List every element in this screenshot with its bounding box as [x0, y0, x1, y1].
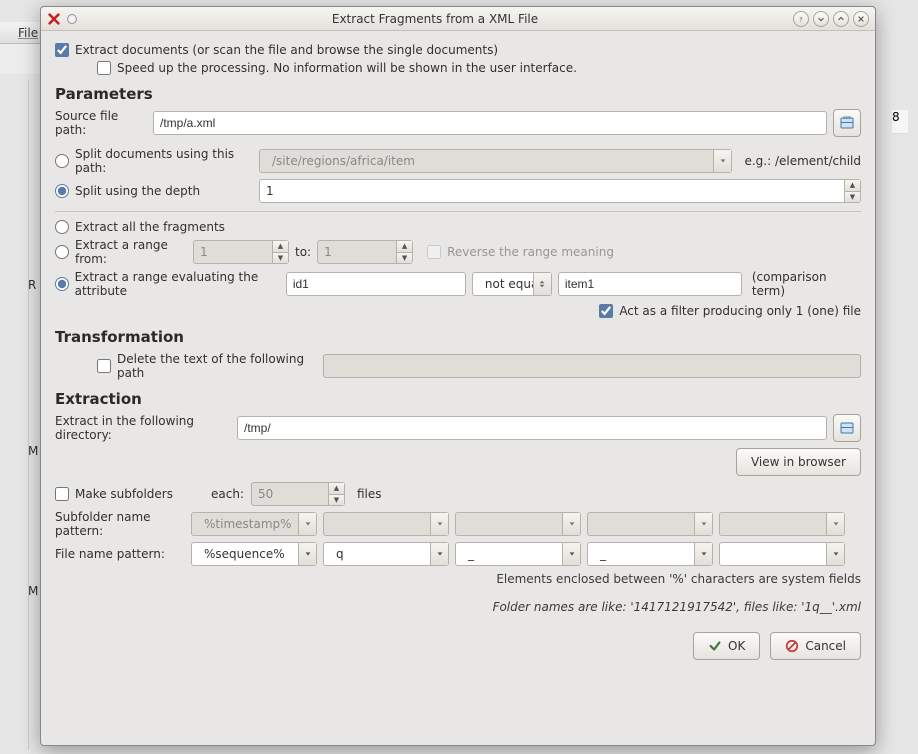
source-path-input[interactable]: [153, 111, 827, 135]
parent-truncated-label: R: [28, 278, 36, 292]
split-depth-label: Split using the depth: [75, 184, 253, 198]
parent-menubar: File: [0, 22, 40, 44]
split-path-label: Split documents using this path:: [75, 147, 253, 175]
extract-dir-label: Extract in the following directory:: [55, 414, 231, 442]
view-in-browser-button[interactable]: View in browser: [736, 448, 861, 476]
make-subfolders-checkbox[interactable]: [55, 487, 69, 501]
extract-all-label: Extract all the fragments: [75, 220, 225, 234]
parent-toolbar: [0, 44, 40, 74]
subfolder-pattern-combo-5[interactable]: [719, 512, 845, 536]
extract-attr-label: Extract a range evaluating the attribute: [75, 270, 280, 298]
filter-one-file-checkbox[interactable]: [599, 304, 613, 318]
delete-path-input[interactable]: [323, 354, 861, 378]
attr-name-input[interactable]: [286, 272, 466, 296]
cancel-button[interactable]: Cancel: [770, 632, 861, 660]
spin-up-icon[interactable]: ▲: [845, 180, 860, 192]
browse-dir-button[interactable]: [833, 414, 861, 442]
filename-pattern-label: File name pattern:: [55, 547, 185, 561]
range-to-spin[interactable]: 1 ▲▼: [317, 240, 413, 264]
transformation-heading: Transformation: [55, 328, 861, 346]
system-fields-hint: Elements enclosed between '%' characters…: [55, 572, 861, 586]
range-to-label: to:: [295, 245, 311, 259]
delete-path-label: Delete the text of the following path: [117, 352, 317, 380]
maximize-button[interactable]: [833, 11, 849, 27]
subfolder-pattern-combo-4[interactable]: [587, 512, 713, 536]
attr-value-input[interactable]: [558, 272, 742, 296]
filename-pattern-combo-2[interactable]: q: [323, 542, 449, 566]
minimize-button[interactable]: [813, 11, 829, 27]
ok-button[interactable]: OK: [693, 632, 760, 660]
extract-dir-input[interactable]: [237, 416, 827, 440]
svg-text:?: ?: [799, 15, 802, 23]
extraction-heading: Extraction: [55, 390, 861, 408]
extract-fragments-dialog: Extract Fragments from a XML File ? Extr…: [40, 6, 876, 746]
naming-example-hint: Folder names are like: '1417121917542', …: [55, 600, 861, 614]
comparison-combo[interactable]: not equal: [472, 272, 552, 296]
delete-path-checkbox[interactable]: [97, 359, 111, 373]
parent-left-border: [28, 80, 40, 750]
browse-source-button[interactable]: [833, 109, 861, 137]
subfolder-pattern-combo-1[interactable]: %timestamp%: [191, 512, 317, 536]
filter-one-file-label: Act as a filter producing only 1 (one) f…: [619, 304, 861, 318]
each-spin[interactable]: 50 ▲▼: [251, 482, 345, 506]
parent-right-panel: 8: [892, 80, 908, 750]
filename-pattern-combo-5[interactable]: [719, 542, 845, 566]
parent-truncated-label: M: [28, 444, 38, 458]
filename-pattern-combo-3[interactable]: _: [455, 542, 581, 566]
reverse-range-checkbox[interactable]: [427, 245, 441, 259]
parameters-heading: Parameters: [55, 85, 861, 103]
extract-documents-checkbox[interactable]: [55, 43, 69, 57]
titlebar: Extract Fragments from a XML File ?: [41, 7, 875, 31]
speedup-label: Speed up the processing. No information …: [117, 61, 577, 75]
files-label: files: [357, 487, 382, 501]
reverse-range-label: Reverse the range meaning: [447, 245, 614, 259]
split-depth-radio[interactable]: [55, 184, 69, 198]
extract-all-radio[interactable]: [55, 220, 69, 234]
extract-attr-radio[interactable]: [55, 277, 69, 291]
extract-range-label: Extract a range from:: [75, 238, 187, 266]
each-label: each:: [211, 487, 245, 501]
split-depth-spin[interactable]: 1 ▲▼: [259, 179, 861, 203]
updown-icon: [533, 273, 551, 295]
app-icon: [47, 12, 61, 26]
subfolder-pattern-combo-2[interactable]: [323, 512, 449, 536]
source-path-label: Source file path:: [55, 109, 147, 137]
close-button[interactable]: [853, 11, 869, 27]
check-icon: [708, 639, 722, 653]
split-path-combo[interactable]: /site/regions/africa/item: [259, 149, 732, 173]
parent-truncated-label: M: [28, 584, 38, 598]
filename-pattern-combo-1[interactable]: %sequence%: [191, 542, 317, 566]
extract-range-radio[interactable]: [55, 245, 69, 259]
chevron-down-icon: [713, 150, 731, 172]
range-from-spin[interactable]: 1 ▲▼: [193, 240, 289, 264]
titlebar-dot-icon: [67, 14, 77, 24]
spin-down-icon[interactable]: ▼: [845, 192, 860, 203]
subfolder-pattern-combo-3[interactable]: [455, 512, 581, 536]
make-subfolders-label: Make subfolders: [75, 487, 205, 501]
extract-documents-label: Extract documents (or scan the file and …: [75, 43, 498, 57]
speedup-checkbox[interactable]: [97, 61, 111, 75]
split-path-hint: e.g.: /element/child: [744, 154, 861, 168]
cancel-icon: [785, 639, 799, 653]
comparison-term-label: (comparison term): [752, 270, 861, 298]
filename-pattern-combo-4[interactable]: _: [587, 542, 713, 566]
subfolder-pattern-label: Subfolder name pattern:: [55, 510, 185, 538]
help-button[interactable]: ?: [793, 11, 809, 27]
dialog-title: Extract Fragments from a XML File: [77, 12, 793, 26]
split-path-radio[interactable]: [55, 154, 69, 168]
